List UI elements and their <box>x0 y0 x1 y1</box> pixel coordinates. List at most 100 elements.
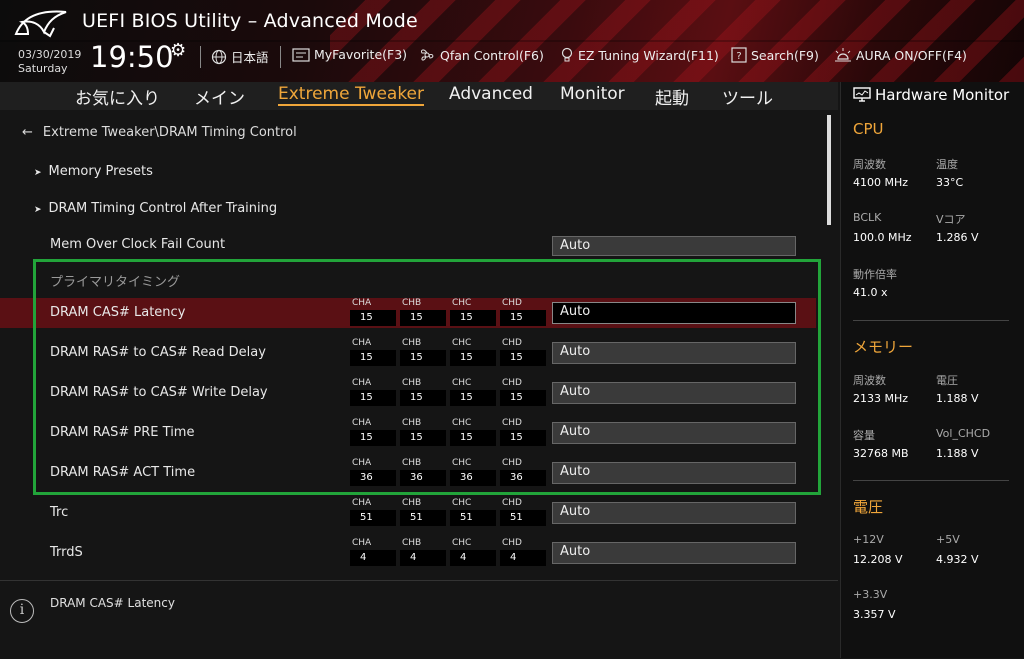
channel-label: CHC <box>452 498 472 508</box>
language-button[interactable]: 日本語 <box>211 47 269 66</box>
divider <box>853 320 1009 321</box>
channel-label: CHA <box>352 498 372 508</box>
tab-boot[interactable]: 起動 <box>655 84 689 109</box>
divider <box>853 480 1009 481</box>
channel-readout: CHC 4 <box>450 538 496 572</box>
vol-chcd-value: 1.188 V <box>936 447 979 460</box>
mem-freq-label: 周波数 <box>853 374 886 387</box>
mem-capacity-value: 32768 MB <box>853 447 909 460</box>
memory-section-title: メモリー <box>853 338 914 356</box>
channel-readout: CHD 51 <box>500 498 546 532</box>
channel-value: 51 <box>450 510 496 526</box>
channel-label: CHD <box>502 538 522 548</box>
channel-value: 4 <box>400 550 446 566</box>
header-bar: UEFI BIOS Utility – Advanced Mode 03/30/… <box>0 0 1024 82</box>
channel-label: CHB <box>402 498 422 508</box>
toolbar-divider <box>280 46 281 68</box>
toolbar-divider <box>200 46 201 68</box>
channel-label: CHB <box>402 538 422 548</box>
info-icon: i <box>10 599 34 623</box>
aura-toggle-button[interactable]: AURA ON/OFF(F4) <box>834 47 967 63</box>
back-arrow-icon[interactable]: ← <box>22 125 33 140</box>
submenu-dram-timing-after-training[interactable]: ➤ DRAM Timing Control After Training <box>34 201 277 216</box>
v33-label: +3.3V <box>853 588 888 601</box>
breadcrumb[interactable]: ← Extreme Tweaker\DRAM Timing Control <box>22 125 297 140</box>
vcore-value: 1.286 V <box>936 231 979 244</box>
cpu-ratio-label: 動作倍率 <box>853 268 897 281</box>
tab-tool[interactable]: ツール <box>722 84 773 109</box>
vcore-label: Vコア <box>936 213 966 226</box>
myfavorite-button[interactable]: MyFavorite(F3) <box>292 47 407 62</box>
ez-tuning-wizard-button[interactable]: EZ Tuning Wizard(F11) <box>560 47 719 63</box>
channel-value: 4 <box>350 550 396 566</box>
channel-value: 51 <box>400 510 446 526</box>
help-text: DRAM CAS# Latency <box>50 596 175 610</box>
channel-readout: CHB 4 <box>400 538 446 572</box>
voltage-section-title: 電圧 <box>853 498 884 516</box>
day-text: Saturday <box>18 62 68 75</box>
submenu-arrow-icon: ➤ <box>34 168 42 178</box>
bclk-label: BCLK <box>853 211 882 224</box>
channel-label: CHC <box>452 538 472 548</box>
channel-readout: CHC 51 <box>450 498 496 532</box>
v5-label: +5V <box>936 533 960 546</box>
timing-row-label: TrrdS <box>50 545 83 560</box>
breadcrumb-path: Extreme Tweaker\DRAM Timing Control <box>42 125 297 140</box>
myfavorite-label: MyFavorite(F3) <box>314 47 408 62</box>
submenu-label: DRAM Timing Control After Training <box>48 201 278 216</box>
aura-light-icon <box>835 48 851 62</box>
search-button[interactable]: ? Search(F9) <box>731 47 819 63</box>
submenu-arrow-icon: ➤ <box>34 205 42 215</box>
search-label: Search(F9) <box>751 47 819 63</box>
mem-volt-label: 電圧 <box>936 374 958 387</box>
tab-extreme-tweaker[interactable]: Extreme Tweaker <box>278 84 425 106</box>
submenu-memory-presets[interactable]: ➤ Memory Presets <box>34 164 153 179</box>
timing-value-select[interactable]: Auto <box>552 542 796 564</box>
mem-freq-value: 2133 MHz <box>853 392 909 405</box>
submenu-label: Memory Presets <box>48 164 153 179</box>
mem-oc-fail-count-select[interactable]: Auto <box>552 236 796 256</box>
svg-text:?: ? <box>736 51 741 62</box>
cpu-temp-value: 33°C <box>936 176 964 189</box>
v5-value: 4.932 V <box>936 553 979 566</box>
cpu-freq-value: 4100 MHz <box>853 176 909 189</box>
channel-label: CHA <box>352 538 372 548</box>
tab-advanced[interactable]: Advanced <box>449 84 533 104</box>
channel-value: 4 <box>450 550 496 566</box>
mem-volt-value: 1.188 V <box>936 392 979 405</box>
channel-label: CHD <box>502 498 522 508</box>
hardware-monitor-panel: Hardware Monitor CPU 周波数 温度 4100 MHz 33°… <box>840 82 1024 658</box>
help-panel: i DRAM CAS# Latency <box>0 580 838 659</box>
primary-timings-highlight-box <box>33 259 821 495</box>
bclk-value: 100.0 MHz <box>853 231 912 244</box>
rog-logo-icon <box>14 10 67 38</box>
timing-row-label: Trc <box>50 505 69 520</box>
timing-value-select[interactable]: Auto <box>552 502 796 524</box>
lightbulb-icon <box>561 47 573 62</box>
aura-label: AURA ON/OFF(F4) <box>856 47 967 63</box>
scrollbar[interactable] <box>827 115 831 225</box>
tab-favorites[interactable]: お気に入り <box>75 84 160 109</box>
myfavorite-icon <box>292 47 310 62</box>
vol-chcd-label: Vol_CHCD <box>936 427 991 440</box>
fan-icon <box>421 49 434 61</box>
cpu-ratio-value: 41.0 x <box>853 286 888 299</box>
v33-value: 3.357 V <box>853 608 896 621</box>
mem-capacity-label: 容量 <box>853 429 875 442</box>
tab-monitor[interactable]: Monitor <box>560 84 625 104</box>
globe-icon <box>211 49 227 64</box>
cpu-freq-label: 周波数 <box>853 158 886 171</box>
app-title: UEFI BIOS Utility – Advanced Mode <box>82 10 418 32</box>
qfan-label: Qfan Control(F6) <box>440 47 544 63</box>
cpu-section-title: CPU <box>853 120 884 138</box>
hardware-monitor-label: Hardware Monitor <box>875 86 1010 104</box>
date-text: 03/30/2019 <box>18 48 82 61</box>
channel-value: 4 <box>500 550 546 566</box>
qfan-control-button[interactable]: Qfan Control(F6) <box>418 47 544 63</box>
channel-value: 51 <box>350 510 396 526</box>
tab-main[interactable]: メイン <box>194 84 245 109</box>
clock-settings-gear-icon[interactable]: ⚙ <box>170 40 186 61</box>
channel-value: 51 <box>500 510 546 526</box>
date-display: 03/30/2019 Saturday <box>18 48 81 76</box>
channel-readout: CHA 51 <box>350 498 396 532</box>
